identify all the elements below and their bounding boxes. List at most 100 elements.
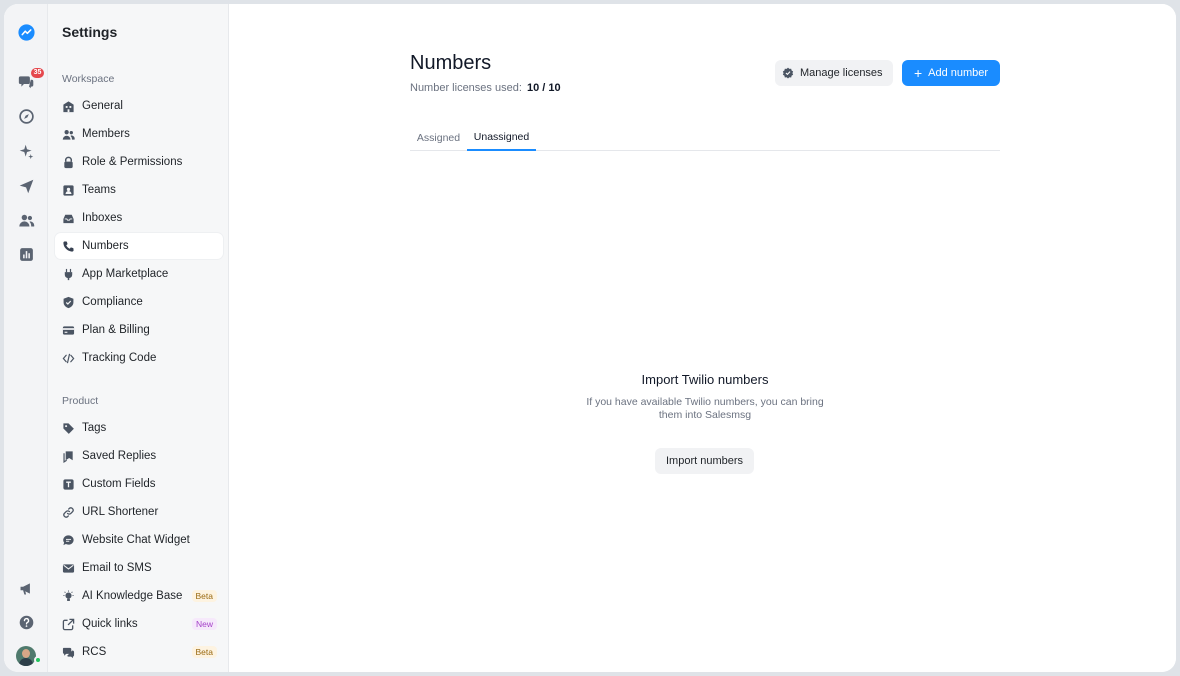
- product-section-label: Product: [62, 395, 99, 407]
- sidebar-item-label: Members: [82, 128, 130, 140]
- sidebar-item-compliance[interactable]: Compliance: [55, 289, 223, 315]
- main-content: Numbers Number licenses used: 10 / 10 Ma…: [229, 4, 1176, 672]
- envelope-icon: [62, 562, 75, 575]
- sidebar-item-custom-fields[interactable]: Custom Fields: [55, 471, 223, 497]
- unread-badge: 35: [31, 68, 44, 78]
- compass-icon: [18, 108, 34, 124]
- workspace-section-label: Workspace: [62, 73, 115, 85]
- sidebar-item-teams[interactable]: Teams: [55, 177, 223, 203]
- sidebar-item-tracking-code[interactable]: Tracking Code: [55, 345, 223, 371]
- manage-licenses-label: Manage licenses: [800, 67, 883, 79]
- sparkle-icon: [19, 144, 33, 159]
- rail-campaigns[interactable]: [12, 172, 40, 200]
- sidebar-title: Settings: [62, 24, 118, 40]
- sidebar-item-general[interactable]: General: [55, 93, 223, 119]
- sidebar-item-label: Plan & Billing: [82, 324, 150, 336]
- tab-unassigned[interactable]: Unassigned: [467, 124, 536, 151]
- tab-assigned[interactable]: Assigned: [410, 124, 467, 151]
- saved-replies-icon: [62, 450, 75, 463]
- rail-ai[interactable]: [12, 137, 40, 165]
- rail-help[interactable]: [12, 608, 40, 636]
- sidebar-item-saved-replies[interactable]: Saved Replies: [55, 443, 223, 469]
- sidebar-item-members[interactable]: Members: [55, 121, 223, 147]
- badge-check-icon: [782, 67, 794, 79]
- sidebar-item-numbers[interactable]: Numbers: [55, 233, 223, 259]
- rail-analytics[interactable]: [12, 240, 40, 268]
- sidebar-item-label: RCS: [82, 646, 107, 658]
- avatar: [16, 646, 36, 666]
- sidebar-item-role-permissions[interactable]: Role & Permissions: [55, 149, 223, 175]
- sidebar-item-ai-knowledge-base[interactable]: AI Knowledge Base Beta: [55, 583, 223, 609]
- license-usage: Number licenses used: 10 / 10: [410, 82, 561, 94]
- rail-conversations[interactable]: 35: [12, 67, 44, 95]
- license-value: 10 / 10: [526, 82, 561, 94]
- users-icon: [18, 214, 34, 226]
- app-window: 35 Settings Workspace General Members Ro…: [4, 4, 1176, 672]
- sidebar-item-label: Inboxes: [82, 212, 123, 224]
- shield-icon: [62, 296, 75, 309]
- id-card-icon: [62, 184, 75, 197]
- sidebar-item-label: General: [82, 100, 123, 112]
- sidebar-item-label: URL Shortener: [82, 506, 159, 518]
- credit-card-icon: [62, 324, 75, 337]
- sidebar-item-label: Tracking Code: [82, 352, 157, 364]
- icon-rail: 35: [4, 4, 48, 672]
- paper-plane-icon: [19, 179, 33, 193]
- new-badge: New: [191, 618, 217, 630]
- help-icon: [19, 615, 33, 629]
- online-status-dot: [34, 656, 42, 664]
- sidebar-item-url-shortener[interactable]: URL Shortener: [55, 499, 223, 525]
- sidebar-item-label: AI Knowledge Base: [82, 590, 183, 602]
- sidebar-item-website-chat-widget[interactable]: Website Chat Widget: [55, 527, 223, 553]
- sidebar-item-label: App Marketplace: [82, 268, 169, 280]
- sidebar-item-plan-billing[interactable]: Plan & Billing: [55, 317, 223, 343]
- inbox-icon: [62, 212, 75, 225]
- beta-badge: Beta: [191, 646, 217, 658]
- tab-bar: Assigned Unassigned: [410, 124, 1000, 151]
- sidebar-item-email-to-sms[interactable]: Email to SMS: [55, 555, 223, 581]
- sidebar-item-quick-links[interactable]: Quick links New: [55, 611, 223, 637]
- sidebar-item-label: Teams: [82, 184, 116, 196]
- rail-contacts[interactable]: [12, 206, 40, 234]
- rail-announcements[interactable]: [12, 574, 40, 602]
- import-numbers-button[interactable]: Import numbers: [655, 448, 754, 474]
- add-number-label: Add number: [928, 67, 989, 79]
- plug-icon: [62, 268, 75, 281]
- phone-icon: [62, 240, 75, 253]
- sidebar-item-app-marketplace[interactable]: App Marketplace: [55, 261, 223, 287]
- sidebar-item-rcs[interactable]: RCS Beta: [55, 639, 223, 665]
- sidebar-item-label: Quick links: [82, 618, 138, 630]
- beta-badge: Beta: [191, 590, 217, 602]
- lock-icon: [62, 156, 75, 169]
- code-icon: [62, 352, 75, 365]
- chat-bubble-icon: [62, 534, 75, 547]
- lightbulb-icon: [62, 589, 75, 603]
- text-field-icon: [62, 478, 75, 491]
- app-logo[interactable]: [12, 18, 40, 46]
- empty-state-description: If you have available Twilio numbers, yo…: [586, 396, 824, 421]
- sidebar-item-inboxes[interactable]: Inboxes: [55, 205, 223, 231]
- megaphone-icon: [20, 582, 30, 594]
- sidebar-item-label: Role & Permissions: [82, 156, 183, 168]
- sidebar-item-label: Email to SMS: [82, 562, 152, 574]
- plus-icon: +: [913, 65, 923, 81]
- user-menu[interactable]: [12, 642, 42, 670]
- empty-state-title: Import Twilio numbers: [641, 372, 769, 387]
- sidebar-item-tags[interactable]: Tags: [55, 415, 223, 441]
- users-icon: [62, 128, 75, 141]
- manage-licenses-button[interactable]: Manage licenses: [775, 60, 893, 86]
- external-link-icon: [62, 618, 75, 631]
- chat-bubbles-icon: [62, 646, 75, 659]
- sidebar-item-label: Website Chat Widget: [82, 534, 190, 546]
- building-icon: [62, 100, 75, 113]
- sidebar-item-label: Saved Replies: [82, 450, 157, 462]
- sidebar-item-label: Numbers: [82, 240, 129, 252]
- license-label: Number licenses used:: [410, 82, 522, 94]
- sidebar-item-label: Tags: [82, 422, 107, 434]
- rail-explore[interactable]: [12, 102, 40, 130]
- tag-icon: [62, 422, 75, 435]
- bar-chart-icon: [19, 247, 33, 261]
- page-title: Numbers: [410, 52, 492, 74]
- logo-icon: [17, 23, 35, 41]
- add-number-button[interactable]: + Add number: [902, 60, 1000, 86]
